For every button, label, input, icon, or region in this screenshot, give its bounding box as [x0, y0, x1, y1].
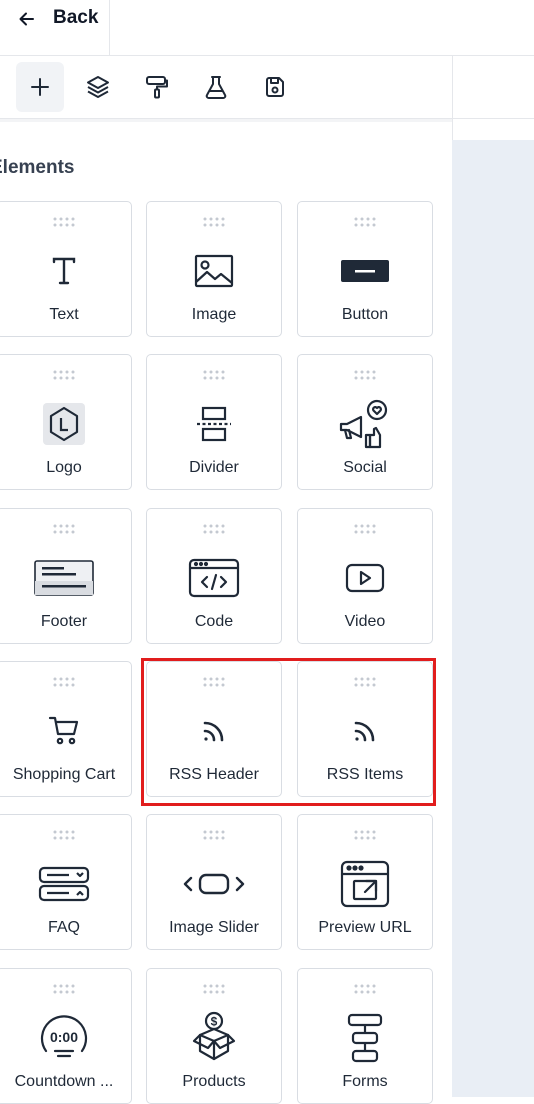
element-card-video[interactable]: Video: [297, 508, 433, 644]
code-icon: [147, 555, 281, 601]
drag-handle-icon[interactable]: [202, 521, 226, 539]
image-icon: [147, 248, 281, 294]
drag-handle-icon[interactable]: [353, 827, 377, 845]
element-card-button[interactable]: Button: [297, 201, 433, 337]
logo-icon: [0, 401, 131, 447]
back-label: Back: [53, 7, 99, 28]
element-label: Logo: [46, 459, 82, 476]
element-label: FAQ: [47, 919, 80, 936]
element-card-divider[interactable]: Divider: [146, 354, 282, 490]
drag-handle-icon[interactable]: [52, 521, 76, 539]
drag-handle-icon[interactable]: [202, 827, 226, 845]
element-label: Footer: [40, 613, 88, 630]
drag-handle-icon[interactable]: [202, 981, 226, 999]
element-card-rss-header[interactable]: RSS Header: [146, 661, 282, 797]
preview-url-icon: [298, 860, 432, 908]
element-label: Social: [343, 459, 387, 476]
faq-icon: [0, 861, 131, 907]
forms-icon: [298, 1013, 432, 1063]
drag-handle-icon[interactable]: [52, 827, 76, 845]
element-label: Countdown ...: [14, 1073, 114, 1090]
element-card-code[interactable]: Code: [146, 508, 282, 644]
element-label: RSS Items: [326, 766, 404, 783]
elements-heading: Elements: [0, 157, 75, 178]
shopping-cart-icon: [0, 708, 131, 754]
drag-handle-icon[interactable]: [202, 214, 226, 232]
element-card-shopping-cart[interactable]: Shopping Cart: [0, 661, 132, 797]
save-icon: [266, 77, 284, 97]
rss-icon: [298, 708, 432, 754]
back-button[interactable]: Back: [0, 0, 110, 55]
canvas-toolbar: [452, 56, 534, 119]
element-card-countdown[interactable]: 0:00 Countdown ...: [0, 968, 132, 1104]
svg-text:$: $: [211, 1015, 218, 1029]
toolbar: [0, 56, 452, 119]
drag-handle-icon[interactable]: [353, 214, 377, 232]
drag-handle-icon[interactable]: [353, 521, 377, 539]
image-slider-icon: [147, 861, 281, 907]
element-label: Button: [341, 306, 389, 323]
countdown-icon: 0:00: [0, 1015, 131, 1061]
rss-icon: [147, 708, 281, 754]
text-icon: [0, 248, 131, 294]
drag-handle-icon[interactable]: [52, 367, 76, 385]
element-label: Video: [344, 613, 386, 630]
svg-text:0:00: 0:00: [50, 1029, 78, 1045]
element-label: Image Slider: [169, 919, 259, 936]
drag-handle-icon[interactable]: [52, 674, 76, 692]
element-label: Divider: [189, 459, 239, 476]
element-card-forms[interactable]: Forms: [297, 968, 433, 1104]
drag-handle-icon[interactable]: [52, 214, 76, 232]
drag-handle-icon[interactable]: [202, 367, 226, 385]
layers-icon: [87, 76, 109, 98]
element-card-faq[interactable]: FAQ: [0, 814, 132, 950]
arrow-left-icon: [19, 12, 34, 26]
button-icon: [298, 248, 432, 294]
drag-handle-icon[interactable]: [353, 367, 377, 385]
add-elements-button[interactable]: [16, 62, 64, 112]
element-card-preview-url[interactable]: Preview URL: [297, 814, 433, 950]
element-label: Preview URL: [318, 919, 412, 936]
element-card-footer[interactable]: Footer: [0, 508, 132, 644]
drag-handle-icon[interactable]: [202, 674, 226, 692]
flask-icon: [205, 76, 227, 99]
element-label: Products: [182, 1073, 246, 1090]
element-card-rss-items[interactable]: RSS Items: [297, 661, 433, 797]
top-bar: Back: [0, 0, 534, 56]
element-label: Text: [49, 306, 79, 323]
element-card-products[interactable]: $ Products: [146, 968, 282, 1104]
save-button[interactable]: [251, 62, 299, 112]
social-icon: [298, 399, 432, 449]
divider-icon: [147, 401, 281, 447]
test-button[interactable]: [192, 62, 240, 112]
element-card-social[interactable]: Social: [297, 354, 433, 490]
canvas-strip: [452, 119, 534, 140]
element-label: RSS Header: [169, 766, 259, 783]
element-card-image[interactable]: Image: [146, 201, 282, 337]
element-label: Image: [191, 306, 237, 323]
plus-icon: [31, 78, 49, 96]
element-card-text[interactable]: Text: [0, 201, 132, 337]
layers-button[interactable]: [74, 62, 122, 112]
paint-roller-icon: [146, 76, 168, 99]
styles-button[interactable]: [133, 62, 181, 112]
panel-divider: [0, 119, 452, 122]
element-label: Shopping Cart: [12, 766, 116, 783]
element-card-logo[interactable]: Logo: [0, 354, 132, 490]
video-icon: [298, 555, 432, 601]
element-label: Forms: [342, 1073, 388, 1090]
drag-handle-icon[interactable]: [353, 981, 377, 999]
footer-icon: [0, 555, 131, 601]
element-label: Code: [194, 613, 234, 630]
element-card-image-slider[interactable]: Image Slider: [146, 814, 282, 950]
email-canvas[interactable]: [452, 140, 534, 1097]
drag-handle-icon[interactable]: [52, 981, 76, 999]
products-icon: $: [147, 1011, 281, 1061]
drag-handle-icon[interactable]: [353, 674, 377, 692]
